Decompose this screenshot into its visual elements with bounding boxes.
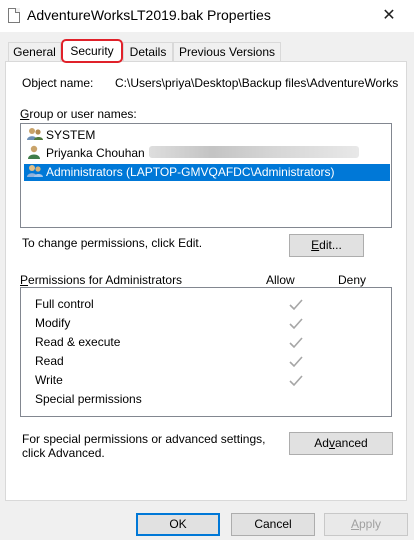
permission-row-full-control: Full control [35, 297, 94, 311]
list-item-user[interactable]: Priyanka Chouhan [26, 145, 359, 162]
permission-row-modify: Modify [35, 316, 71, 330]
allow-check-icon [289, 299, 303, 311]
permission-row-write: Write [35, 373, 63, 387]
tab-details[interactable]: Details [123, 42, 173, 62]
title-bar: AdventureWorksLT2019.bak Properties ✕ [0, 0, 414, 32]
tab-security[interactable]: Security [61, 39, 123, 63]
advanced-text-line2: click Advanced. [22, 446, 105, 460]
window-title: AdventureWorksLT2019.bak Properties [27, 7, 271, 23]
object-name-value: C:\Users\priya\Desktop\Backup files\Adve… [115, 76, 399, 90]
allow-check-icon [289, 318, 303, 330]
apply-button[interactable]: Apply [324, 513, 408, 536]
advanced-text-line1: For special permissions or advanced sett… [22, 432, 266, 446]
object-name-label: Object name: [22, 76, 94, 90]
close-icon[interactable]: ✕ [376, 4, 402, 28]
permission-row-read-execute: Read & execute [35, 335, 121, 349]
ok-button[interactable]: OK [136, 513, 220, 536]
tab-previous-versions[interactable]: Previous Versions [173, 42, 281, 62]
advanced-button[interactable]: Advanced [289, 432, 393, 455]
change-permissions-text: To change permissions, click Edit. [22, 236, 203, 250]
list-item-system[interactable]: SYSTEM [26, 127, 95, 144]
file-icon [8, 8, 20, 23]
edit-button[interactable]: Edit... [289, 234, 364, 257]
group-users-icon [26, 164, 44, 178]
allow-check-icon [289, 356, 303, 368]
deny-column-header: Deny [338, 273, 367, 287]
group-users-icon [26, 127, 44, 141]
user-icon [26, 145, 44, 159]
redacted-text [148, 146, 359, 158]
tab-general[interactable]: General [8, 42, 61, 62]
permission-row-special: Special permissions [35, 392, 142, 406]
group-user-list[interactable]: SYSTEM Priyanka Chouhan Administrators (… [20, 123, 392, 228]
allow-check-icon [289, 337, 303, 349]
allow-column-header: Allow [266, 273, 295, 287]
permissions-list: Full control Modify Read & execute Read … [20, 287, 392, 417]
allow-check-icon [289, 375, 303, 387]
group-list-label: Group or user names: [20, 107, 137, 121]
cancel-button[interactable]: Cancel [231, 513, 315, 536]
permissions-header: Permissions for Administrators [20, 273, 183, 287]
list-item-administrators[interactable]: Administrators (LAPTOP-GMVQAFDC\Administ… [24, 164, 390, 181]
permission-row-read: Read [35, 354, 64, 368]
